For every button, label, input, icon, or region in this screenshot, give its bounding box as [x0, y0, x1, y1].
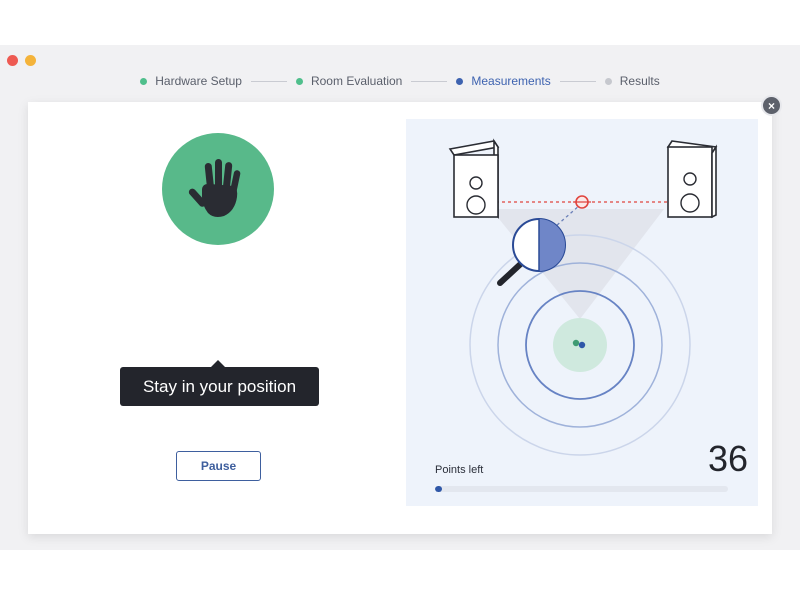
- step-measurements: Measurements: [456, 74, 551, 88]
- left-speaker-icon: [448, 138, 500, 219]
- points-left-count: 36: [707, 438, 748, 479]
- step-label: Results: [619, 74, 660, 88]
- pause-button[interactable]: Pause: [176, 451, 261, 481]
- step-results: Results: [604, 74, 660, 88]
- step-hardware-setup: Hardware Setup: [140, 74, 242, 88]
- instruction-message: Stay in your position: [142, 376, 297, 396]
- step-label: Hardware Setup: [155, 74, 242, 88]
- points-left-label: Points left: [435, 464, 484, 476]
- hand-stop-icon: [188, 159, 241, 217]
- close-window-button[interactable]: [7, 55, 18, 66]
- progress-steps: Hardware Setup Room Evaluation Measureme…: [0, 72, 800, 90]
- right-speaker-icon: [666, 140, 718, 219]
- step-dot: [604, 77, 612, 85]
- instruction-tooltip: Stay in your position: [120, 360, 319, 406]
- measurement-progress-fill: [435, 486, 443, 492]
- step-label: Room Evaluation: [310, 74, 403, 88]
- step-connector: [559, 80, 596, 82]
- measurement-progress-bar: [435, 486, 728, 492]
- step-label: Measurements: [471, 74, 551, 88]
- step-dot: [295, 77, 303, 85]
- step-dot: [456, 77, 464, 85]
- step-room-evaluation: Room Evaluation: [295, 74, 403, 88]
- step-dot: [140, 77, 148, 85]
- pause-label: Pause: [200, 459, 237, 473]
- instruction-badge: [162, 133, 274, 245]
- crosshair-icon: [573, 195, 591, 209]
- minimize-window-button[interactable]: [25, 55, 36, 66]
- step-connector: [250, 80, 287, 82]
- step-connector: [411, 80, 448, 82]
- close-icon: ×: [767, 98, 775, 113]
- close-dialog-button[interactable]: ×: [761, 95, 782, 116]
